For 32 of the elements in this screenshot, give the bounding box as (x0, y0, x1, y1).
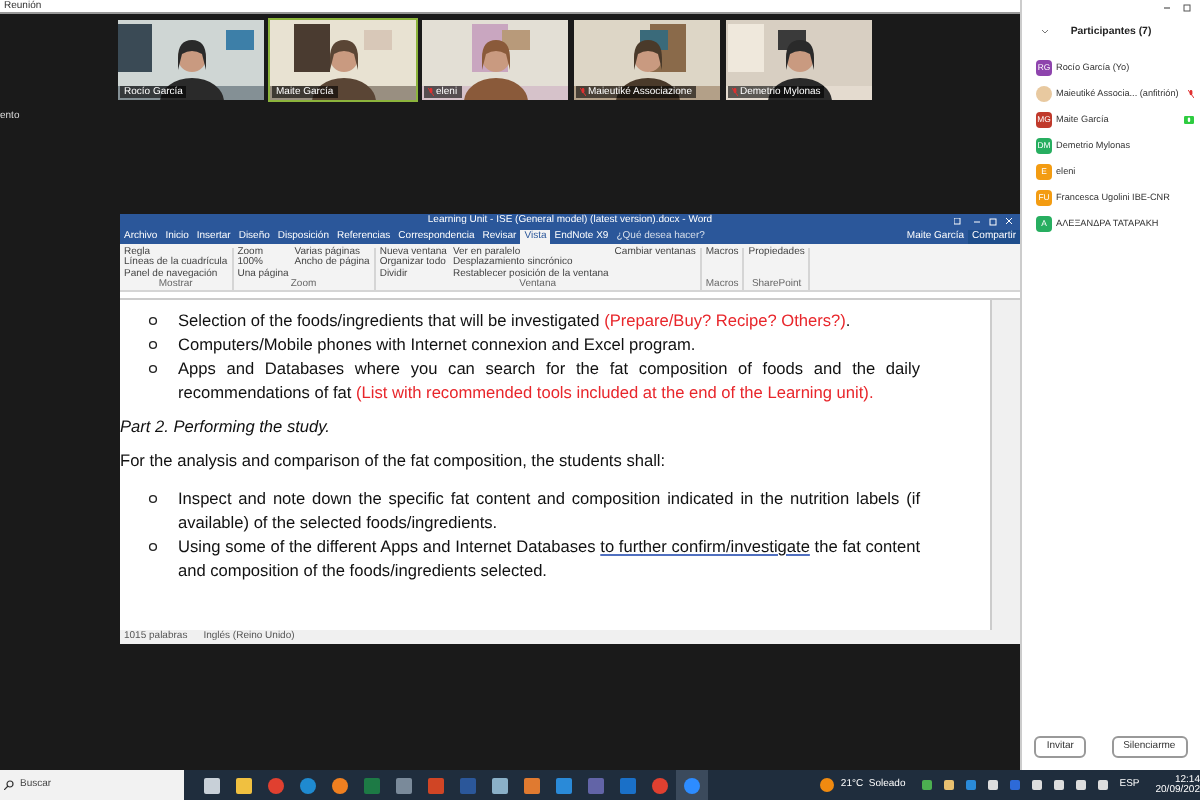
mail-icon[interactable] (620, 777, 636, 793)
bullet-icon (148, 542, 158, 553)
scrollbar[interactable] (990, 300, 1020, 630)
avatar (1036, 86, 1052, 103)
task-view-icon[interactable] (204, 777, 220, 793)
paragraph: For the analysis and comparison of the fat composition, the students shall: (120, 450, 666, 470)
window-controls-icon[interactable] (954, 218, 1014, 226)
list-item-text: Apps and Databases where you can search for the fat composition of foods and the daily recommendations of fat (List with recommended tools included at the end of the Learning unit). (178, 356, 920, 404)
bullet-icon (148, 364, 158, 375)
spreadsheet-icon[interactable] (364, 777, 380, 793)
list-item-text: Computers/Mobile phones with Internet connexion and Excel program. (178, 332, 698, 356)
muted-mic-icon (732, 88, 738, 96)
list-item-text: Selection of the foods/ingredients that will be investigated (Prepare/Buy? Recipe? Others?). (178, 308, 853, 332)
list-item-text: Using some of the different Apps and Internet Databases to further confirm/investigate the fat content and composition of the foods/ingredients selected. (178, 534, 920, 582)
play-icon[interactable] (524, 777, 540, 793)
files-icon[interactable] (492, 777, 508, 793)
muted-mic-icon (428, 88, 434, 96)
search-icon (4, 780, 14, 790)
bullet-icon (148, 340, 158, 351)
section-heading: Part 2. Performing the study. (120, 416, 330, 436)
bullet-icon (148, 316, 158, 327)
slides-icon[interactable] (428, 777, 444, 793)
folder-icon[interactable] (236, 777, 252, 793)
browser-icon[interactable] (652, 777, 668, 793)
bullet-icon (148, 494, 158, 505)
mail-icon[interactable] (556, 777, 572, 793)
list-item-text: Inspect and note down the specific fat content and composition indicated in the nutrition labels (if available) of the selected foods/ingredients. (178, 486, 920, 534)
calculator-icon[interactable] (396, 777, 412, 793)
chat-icon[interactable] (588, 777, 604, 793)
muted-mic-icon (580, 88, 586, 96)
sun-icon[interactable] (820, 778, 835, 792)
video-call-icon[interactable] (684, 777, 700, 793)
